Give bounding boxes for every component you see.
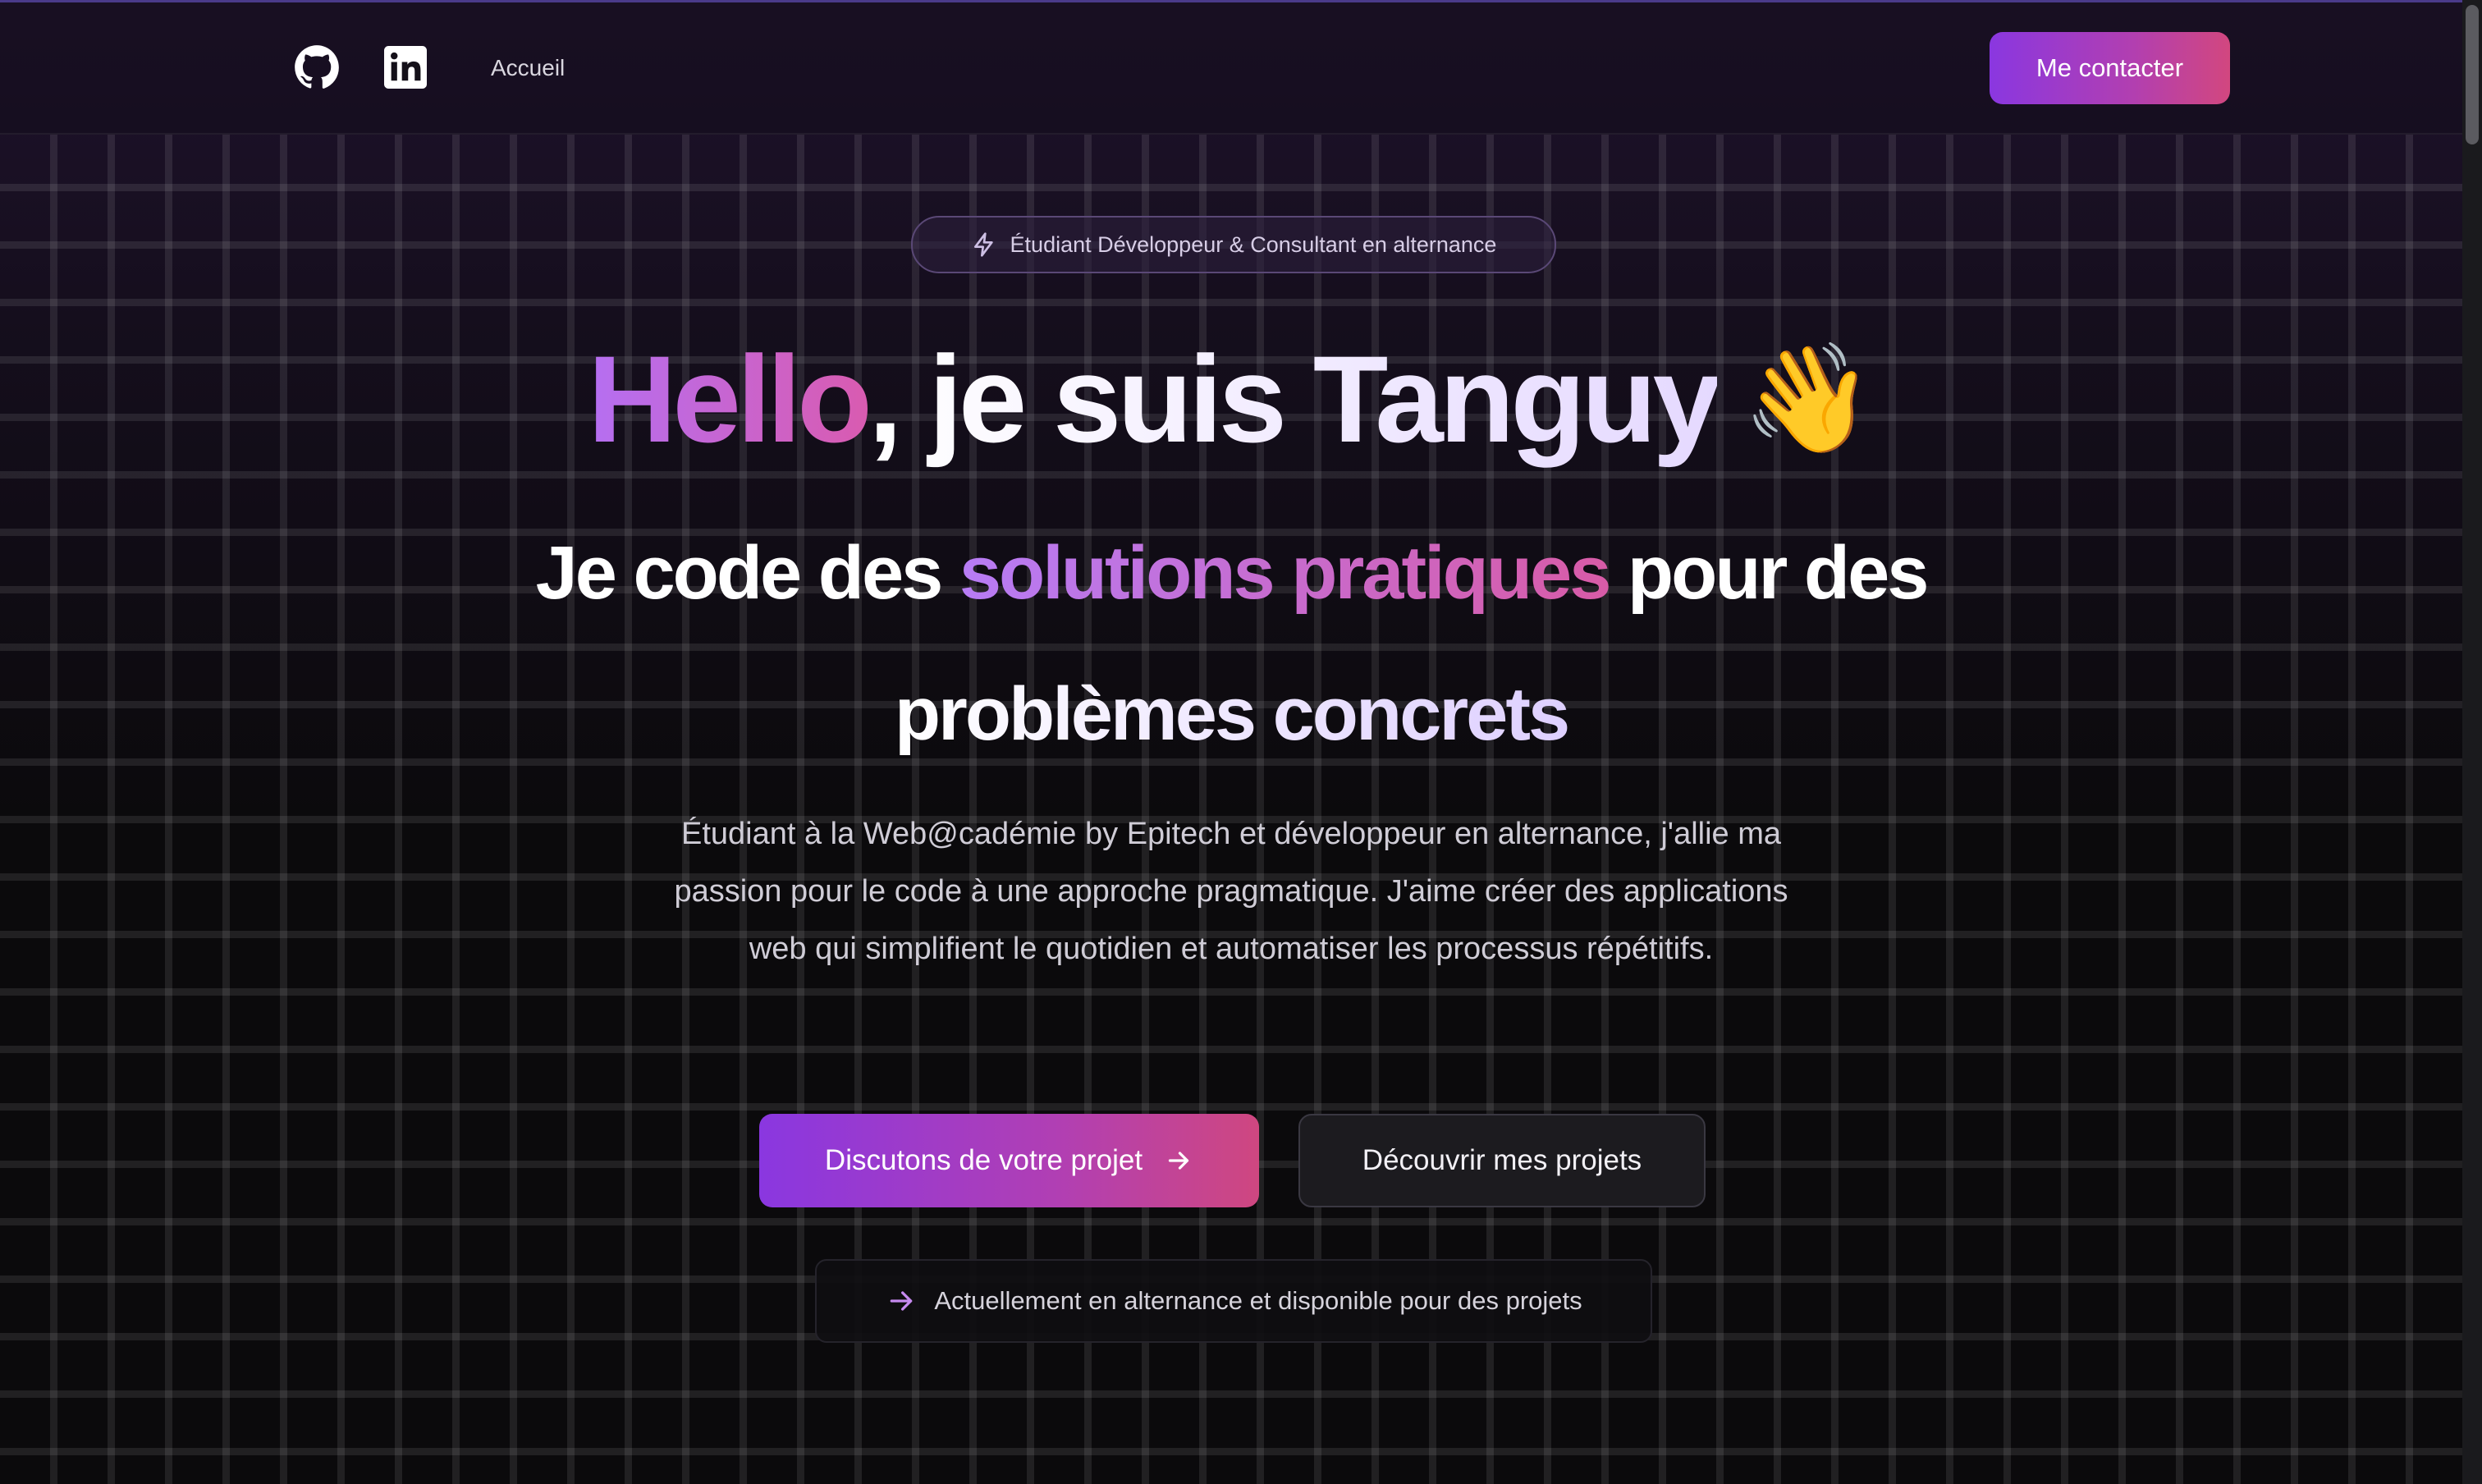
discuss-project-label: Discutons de votre projet <box>824 1144 1143 1176</box>
waving-hand-icon: 👋 <box>1742 338 1875 458</box>
role-badge: Étudiant Développeur & Consultant en alt… <box>911 216 1556 273</box>
lightning-icon <box>973 232 993 257</box>
scrollbar-thumb[interactable] <box>2466 5 2479 144</box>
subtitle-part1: Je code des <box>535 531 959 615</box>
contact-button[interactable]: Me contacter <box>1990 32 2230 104</box>
badge-label: Étudiant Développeur & Consultant en alt… <box>1010 231 1497 257</box>
discover-projects-button[interactable]: Découvrir mes projets <box>1298 1114 1706 1207</box>
page: Accueil Me contacter Étudiant Développeu… <box>0 0 2462 1484</box>
site-header: Accueil Me contacter <box>0 2 2462 135</box>
linkedin-icon[interactable] <box>382 44 428 90</box>
availability-label: Actuellement en alternance et disponible… <box>934 1286 1582 1315</box>
hero-title-hello: Hello <box>588 330 872 468</box>
discuss-project-button[interactable]: Discutons de votre projet <box>759 1114 1259 1207</box>
arrow-right-icon <box>1168 1152 1189 1170</box>
github-icon[interactable] <box>294 44 340 90</box>
subtitle-highlight: solutions pratiques <box>959 531 1612 615</box>
hero-title-rest: , je suis Tanguy <box>868 330 1721 468</box>
arrow-right-icon <box>891 1291 913 1311</box>
nav-link-accueil[interactable]: Accueil <box>491 55 565 81</box>
hero-description: Étudiant à la Web@cadémie by Epitech et … <box>674 817 1788 966</box>
subtitle-line2: problèmes concrets <box>894 672 1570 756</box>
hero-title: Hello, je suis Tanguy 👋 <box>0 332 2462 465</box>
availability-status: Actuellement en alternance et disponible… <box>815 1259 1652 1343</box>
subtitle-part2: pour des <box>1609 531 1930 615</box>
scrollbar-track[interactable] <box>2462 0 2482 1484</box>
hero-subtitle: Je code des solutions pratiques pour des… <box>0 502 2462 785</box>
